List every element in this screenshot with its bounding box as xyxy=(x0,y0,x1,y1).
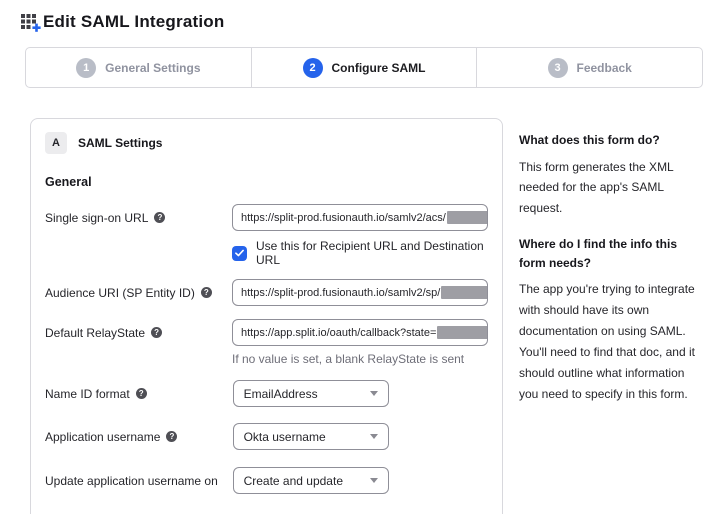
app-window: Edit SAML Integration 1 General Settings… xyxy=(0,0,717,514)
field-sso-url: Single sign-on URL ? https://split-prod.… xyxy=(45,204,488,267)
saml-settings-panel: A SAML Settings General Single sign-on U… xyxy=(30,118,503,514)
audience-uri-input[interactable]: https://split-prod.fusionauth.io/samlv2/… xyxy=(232,279,488,306)
wizard-stepper: 1 General Settings 2 Configure SAML 3 Fe… xyxy=(25,47,703,88)
step-feedback[interactable]: 3 Feedback xyxy=(477,48,702,87)
sidebar-answer-1: This form generates the XML needed for t… xyxy=(519,157,705,220)
field-audience-uri: Audience URI (SP Entity ID) ? https://sp… xyxy=(45,279,488,306)
help-icon[interactable]: ? xyxy=(166,431,177,442)
name-id-format-label: Name ID format xyxy=(45,387,130,402)
update-username-label: Update application username on xyxy=(45,474,218,489)
panel-header: A SAML Settings xyxy=(45,132,488,154)
help-icon[interactable]: ? xyxy=(201,287,212,298)
update-username-select[interactable]: Create and update xyxy=(233,467,389,494)
help-sidebar: What does this form do? This form genera… xyxy=(519,131,705,421)
redacted-value xyxy=(441,286,488,299)
redacted-value xyxy=(447,211,488,224)
help-icon[interactable]: ? xyxy=(154,212,165,223)
field-update-username: Update application username on Create an… xyxy=(45,467,488,494)
step-label: Configure SAML xyxy=(332,61,426,75)
step-general-settings[interactable]: 1 General Settings xyxy=(26,48,252,87)
application-username-value: Okta username xyxy=(244,430,326,444)
sidebar-question-1: What does this form do? xyxy=(519,131,705,150)
sso-url-input[interactable]: https://split-prod.fusionauth.io/samlv2/… xyxy=(232,204,488,231)
step-number-badge: 3 xyxy=(548,58,568,78)
sidebar-question-2: Where do I find the info this form needs… xyxy=(519,235,705,272)
chevron-down-icon xyxy=(370,434,378,439)
field-relay-state: Default RelayState ? https://app.split.i… xyxy=(45,319,488,366)
recipient-url-checkbox[interactable] xyxy=(232,246,247,261)
section-title: SAML Settings xyxy=(78,136,162,150)
step-label: Feedback xyxy=(577,61,632,75)
audience-uri-label: Audience URI (SP Entity ID) xyxy=(45,286,195,301)
sidebar-answer-2: The app you're trying to integrate with … xyxy=(519,279,705,404)
help-icon[interactable]: ? xyxy=(136,388,147,399)
group-title-general: General xyxy=(45,175,488,189)
step-number-badge: 2 xyxy=(303,58,323,78)
relay-state-hint: If no value is set, a blank RelayState i… xyxy=(232,352,488,366)
step-label: General Settings xyxy=(105,61,200,75)
help-icon[interactable]: ? xyxy=(151,327,162,338)
section-badge: A xyxy=(45,132,67,154)
chevron-down-icon xyxy=(370,391,378,396)
relay-state-input[interactable]: https://app.split.io/oauth/callback?stat… xyxy=(232,319,488,346)
field-application-username: Application username ? Okta username xyxy=(45,423,488,450)
application-username-select[interactable]: Okta username xyxy=(233,423,389,450)
recipient-url-checkbox-label: Use this for Recipient URL and Destinati… xyxy=(256,239,488,267)
page-header: Edit SAML Integration xyxy=(21,12,224,32)
update-username-value: Create and update xyxy=(244,474,343,488)
field-name-id-format: Name ID format ? EmailAddress xyxy=(45,380,488,407)
step-configure-saml[interactable]: 2 Configure SAML xyxy=(252,48,478,87)
application-username-label: Application username xyxy=(45,430,160,445)
name-id-format-select[interactable]: EmailAddress xyxy=(233,380,389,407)
step-number-badge: 1 xyxy=(76,58,96,78)
apps-grid-plus-icon xyxy=(21,14,41,32)
recipient-url-checkbox-row: Use this for Recipient URL and Destinati… xyxy=(232,239,488,267)
relay-state-value: https://app.split.io/oauth/callback?stat… xyxy=(241,327,436,339)
sso-url-label: Single sign-on URL xyxy=(45,211,148,226)
relay-state-label: Default RelayState xyxy=(45,326,145,341)
sso-url-value: https://split-prod.fusionauth.io/samlv2/… xyxy=(241,212,446,224)
redacted-value xyxy=(437,326,488,339)
name-id-format-value: EmailAddress xyxy=(244,387,318,401)
audience-uri-value: https://split-prod.fusionauth.io/samlv2/… xyxy=(241,287,440,299)
chevron-down-icon xyxy=(370,478,378,483)
page-title: Edit SAML Integration xyxy=(43,12,224,32)
